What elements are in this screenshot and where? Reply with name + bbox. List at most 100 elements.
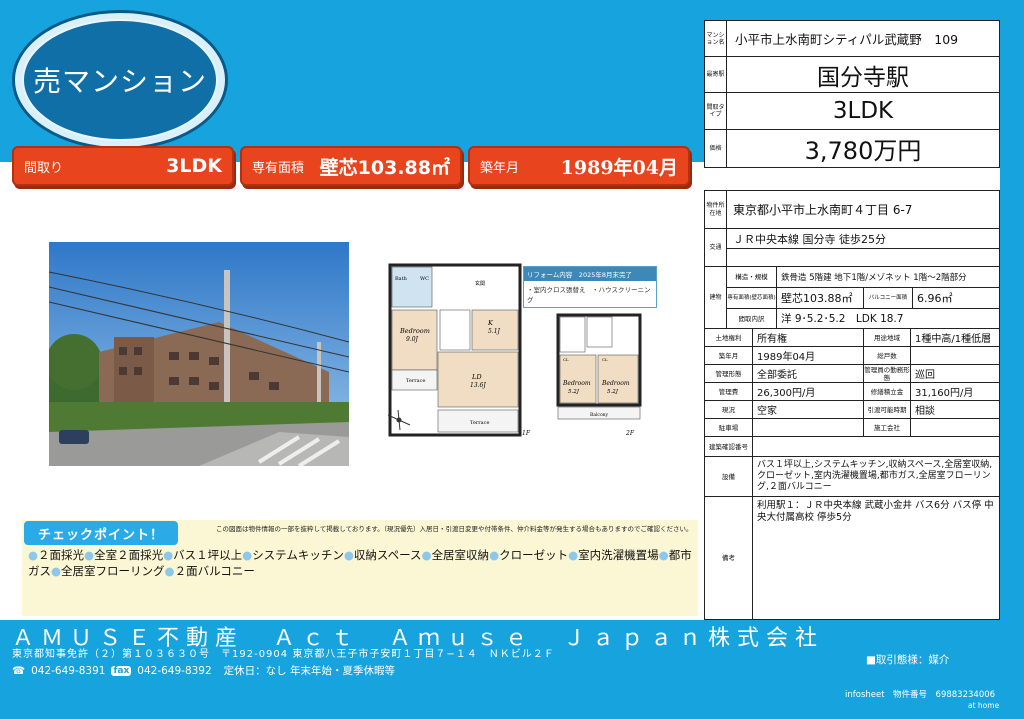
check-point-bullet-icon: ● <box>51 564 62 578</box>
fax-number: 042-649-8392 <box>137 664 212 677</box>
address: 東京都小平市上水南町４丁目 6-7 <box>733 203 913 217</box>
layout-pill-label: 間取り <box>24 160 64 176</box>
notes-key: 備考 <box>705 497 753 619</box>
check-point-bullet-icon: ● <box>164 564 175 578</box>
layout-pill-value: 3LDK <box>166 155 222 177</box>
structure: 鉄骨造 5階建 地下1階/メゾネット 1階〜2階部分 <box>781 273 967 283</box>
building-key: 建物 <box>705 267 727 328</box>
transaction-type: ■取引態様：媒介 <box>866 654 950 666</box>
summary-name-key: マンション名 <box>705 21 727 56</box>
rooms-key: 間取内訳 <box>727 309 777 328</box>
balcony-label: Balcony <box>590 412 609 418</box>
area-pill-label: 専有面積 <box>252 160 305 176</box>
check-point-item: 全居室フローリング <box>61 564 165 578</box>
bath-label: Bath <box>395 276 408 282</box>
parking-key: 駐車場 <box>705 419 753 436</box>
bedroom2-size: 5.2J <box>568 389 580 395</box>
equip-key: 設備 <box>705 457 753 496</box>
units-key: 総戸数 <box>863 347 911 364</box>
cl1-label: CL <box>563 357 569 362</box>
check-point-bullet-icon: ● <box>163 548 174 562</box>
summary-type-key: 間取タイプ <box>705 93 727 129</box>
terrace2-label: Terrace <box>470 420 489 426</box>
check-point-bullet-icon: ● <box>343 548 354 562</box>
kitchen-size: 5.1J <box>488 328 501 335</box>
reserve: 31,160円/月 <box>915 388 974 399</box>
structure-key: 構造・規模 <box>727 267 777 287</box>
business-hours: 定休日：なし 年末年始・夏季休暇等 <box>223 665 396 677</box>
check-point-item: ２面バルコニー <box>174 564 255 578</box>
check-points-title: チェックポイント！ <box>24 521 178 545</box>
check-point-bullet-icon: ● <box>84 548 95 562</box>
fax-icon: fax <box>111 665 132 676</box>
transport: ＪＲ中央本線 国分寺 徒歩25分 <box>733 232 886 246</box>
ld-size: 13.6J <box>470 382 486 389</box>
check-point-item: 全居室収納 <box>431 548 490 562</box>
handover-key: 引渡可能時期 <box>863 401 911 418</box>
entrance-label: 玄関 <box>475 280 485 287</box>
bedroom3-label: Bedroom <box>601 380 630 387</box>
sale-badge-label: 売マンション <box>22 19 218 141</box>
fee: 26,300円/月 <box>757 388 816 399</box>
check-points-list: ●２面採光●全室２面採光●バス１坪以上●システムキッチン●収納スペース●全居室収… <box>28 547 693 579</box>
built-pill-value: 1989年04月 <box>560 156 678 179</box>
address-key: 物件所在地 <box>705 191 727 228</box>
built-pill-label: 築年月 <box>480 160 520 176</box>
check-point-item: 収納スペース <box>353 548 422 562</box>
transport-key: 交通 <box>705 229 727 266</box>
floor1-label: 1F <box>522 430 531 437</box>
company-license: 東京都知事免許（２）第１０３６３０号 〒192-0904 東京都八王子市子安町１… <box>12 649 555 660</box>
check-point-bullet-icon: ● <box>242 548 253 562</box>
terrace1-label: Terrace <box>406 378 425 384</box>
contact-line: ☎ 042-649-8391 fax 042-649-8392 定休日：なし 年… <box>12 663 395 678</box>
fee-key: 管理費 <box>705 383 753 400</box>
detail-table: 物件所在地 東京都小平市上水南町４丁目 6-7 交通 ＪＲ中央本線 国分寺 徒歩… <box>704 190 1000 620</box>
building-photo <box>49 242 349 466</box>
equipment: バス１坪以上,システムキッチン,収納スペース,全居室収納,クローゼット,室内洗濯… <box>757 460 993 492</box>
summary-station-key: 最寄駅 <box>705 57 727 92</box>
check-point-bullet-icon: ● <box>421 548 432 562</box>
disclaimer: この図面は物件情報の一部を抜粋して掲載しております。（現況優先）入居日・引渡日変… <box>216 525 693 533</box>
mgmt-key: 管理形態 <box>705 365 753 382</box>
phone-icon: ☎ <box>12 664 26 677</box>
property-number: infosheet 物件番号 69883234006 <box>845 690 996 700</box>
property-name: 小平市上水南町シティパル武蔵野 109 <box>735 32 959 47</box>
reform-box: リフォーム内容 2025年8月末完了 ・室内クロス張替え ・ハウスクリーニング <box>523 266 657 308</box>
check-point-bullet-icon: ● <box>658 548 669 562</box>
check-point-item: ２面採光 <box>38 548 85 562</box>
land-key: 土地権利 <box>705 329 753 346</box>
bedroom3-size: 5.2J <box>607 389 619 395</box>
reform-body: ・室内クロス張替え ・ハウスクリーニング <box>527 286 651 304</box>
status-key: 現況 <box>705 401 753 418</box>
summary-table: マンション名 小平市上水南町シティパル武蔵野 109 最寄駅 国分寺駅 間取タイ… <box>704 20 1000 168</box>
check-point-bullet-icon: ● <box>28 548 39 562</box>
bedroom1-size: 9.0J <box>406 336 419 343</box>
check-point-item: 室内洗濯機置場 <box>578 548 659 562</box>
status: 空家 <box>757 406 777 417</box>
ld-label: LD <box>471 373 482 381</box>
zoning-key: 用途地域 <box>863 329 911 346</box>
mgmt_style-key: 管理員の勤務形態 <box>863 365 911 382</box>
check-point-item: クローゼット <box>499 548 569 562</box>
check-point-bullet-icon: ● <box>568 548 579 562</box>
confirm-key: 建築確認番号 <box>705 437 753 456</box>
mgmt-style: 巡回 <box>915 370 935 381</box>
area-pill: 専有面積 壁芯103.88㎡ <box>240 146 462 186</box>
land: 所有権 <box>757 334 787 345</box>
rooms: 洋 9･5.2･5.2 LDK 18.7 <box>781 313 904 325</box>
built: 1989年04月 <box>757 352 816 363</box>
floor2-label: 2F <box>625 430 635 437</box>
check-point-item: システムキッチン <box>252 548 344 562</box>
price: 3,780万円 <box>804 137 922 165</box>
check-point-item: バス１坪以上 <box>173 548 243 562</box>
cl2-label: CL <box>602 357 608 362</box>
built-pill: 築年月 1989年04月 <box>468 146 690 186</box>
reserve-key: 修繕積立金 <box>863 383 911 400</box>
summary-price-key: 価格 <box>705 130 727 167</box>
layout-type: 3LDK <box>832 98 894 124</box>
check-point-item: 全室２面採光 <box>94 548 164 562</box>
reform-title: リフォーム内容 2025年8月末完了 <box>524 267 656 281</box>
mgmt: 全部委託 <box>757 370 797 381</box>
wc-label: WC <box>420 276 429 282</box>
notes: 利用駅１：ＪＲ中央本線 武蔵小金井 バス6分 バス停 中央大付属高校 停歩5分 <box>757 500 994 523</box>
